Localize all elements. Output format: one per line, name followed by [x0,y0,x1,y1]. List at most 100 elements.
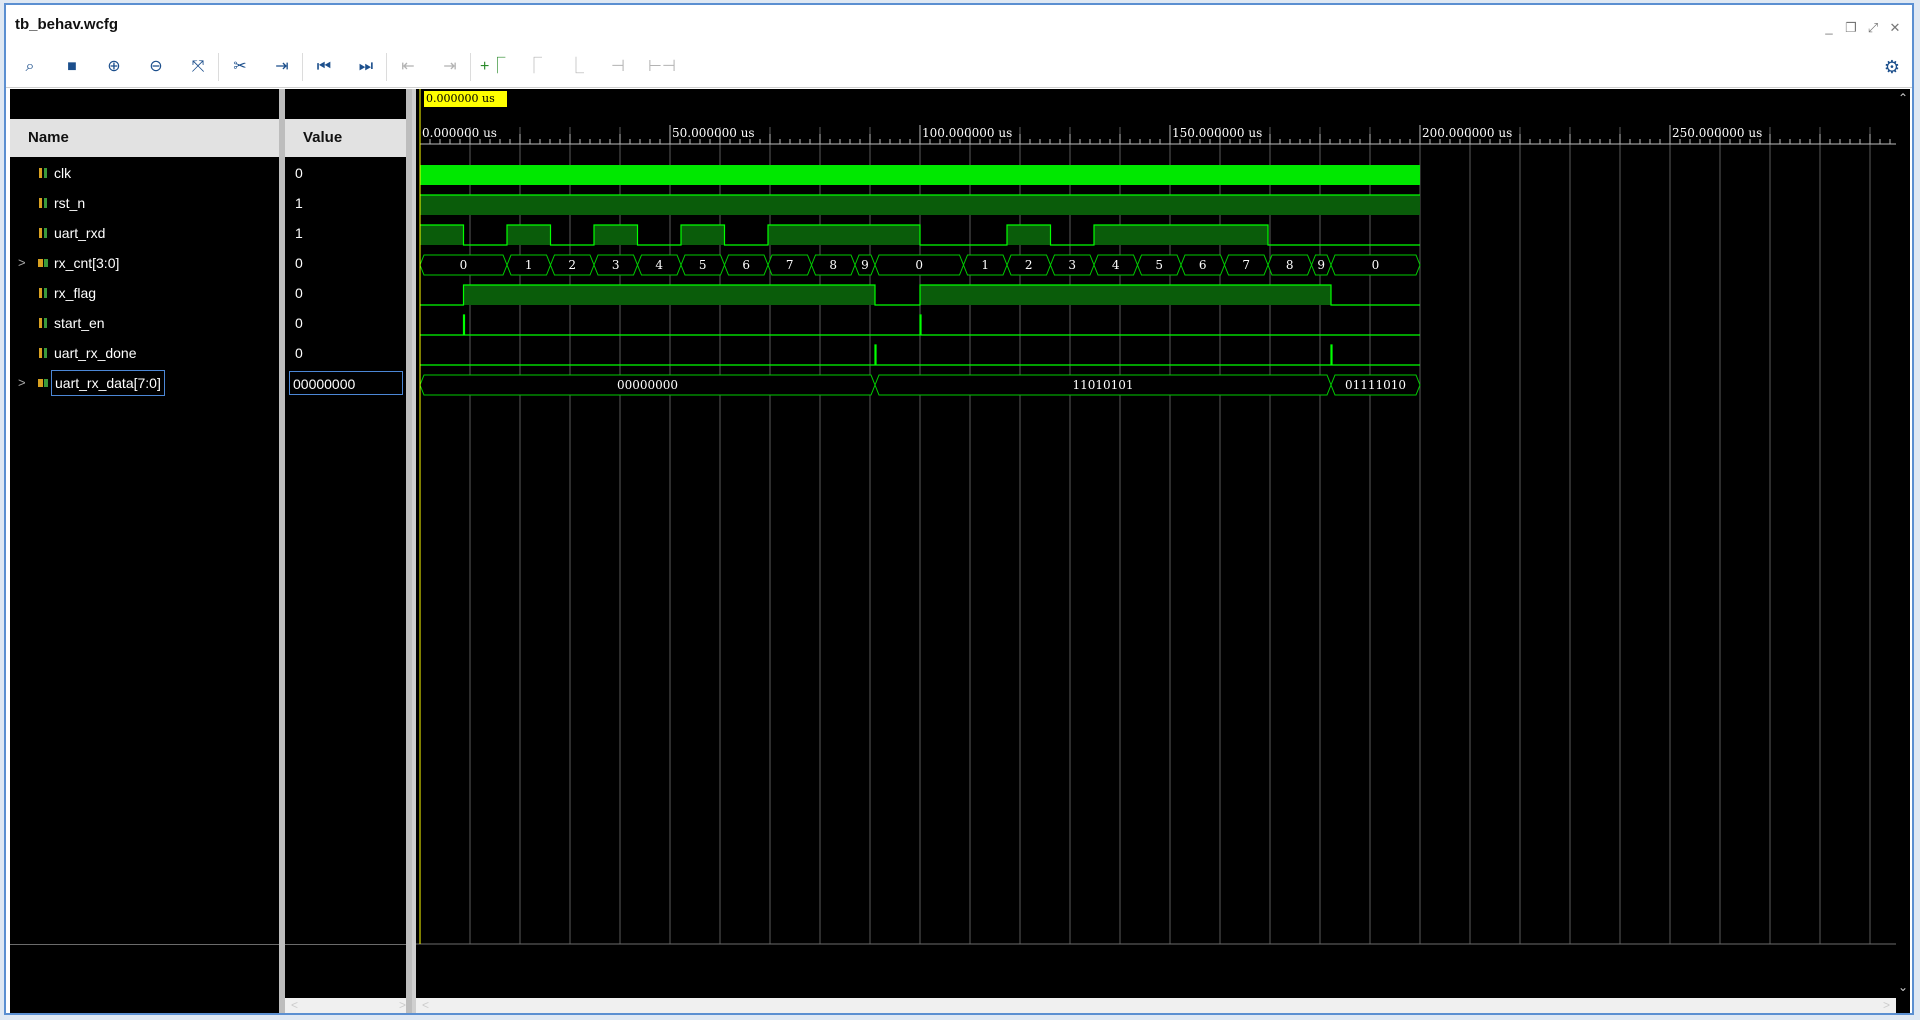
rx-cnt-bus-value: 9 [861,258,869,272]
signal-row-rx-flag[interactable]: rx_flag [10,280,279,306]
rx-cnt-bus-value: 0 [460,258,468,272]
rx-cnt-bus-value: 1 [981,258,989,272]
signal-name: uart_rx_data[7:0] [51,370,165,396]
uart_rxd-high-fill [594,225,638,245]
toolbar-separator [470,53,471,81]
signal-value: 0 [295,345,303,361]
cursor-time-label: 0.000000 us [424,91,507,107]
signal-value-row[interactable]: 1 [285,220,412,246]
signal-name: uart_rxd [54,225,106,241]
restore-icon[interactable]: ❐ [1844,21,1858,35]
rx-cnt-bus-value: 6 [742,258,750,272]
clk-waveform [420,165,1420,185]
next-marker-icon[interactable]: ⎿ [564,55,588,79]
previous-transition-icon[interactable]: ⇤ [396,55,420,79]
rx-cnt-bus-value: 7 [1242,258,1250,272]
ruler-tick-label: 200.000000 us [1422,126,1512,140]
rx-cnt-bus-value: 3 [612,258,620,272]
uart_rxd-high-fill [1007,225,1051,245]
divider [10,944,279,945]
signal-value-row[interactable]: 0 [285,250,412,276]
signal-value-row[interactable]: 0 [285,340,412,366]
signal-row-uart-rx-done[interactable]: uart_rx_done [10,340,279,366]
zoom-out-icon[interactable]: ⊖ [144,55,168,79]
search-icon[interactable]: ⌕ [18,55,42,79]
uart-rx-data-bus-value: 00000000 [617,378,678,392]
toolbar-separator [302,53,303,81]
signal-name: start_en [54,315,105,331]
snap-icon[interactable]: ⊢⊣ [648,55,676,79]
signal-name: rx_cnt[3:0] [54,255,120,271]
signal-value-row[interactable]: 00000000 [285,370,412,396]
wave-scrollbar[interactable]: < > [416,998,1896,1013]
bit-signal-icon [39,228,47,238]
value-scrollbar[interactable]: < > [285,998,412,1013]
bit-signal-icon [39,318,47,328]
signal-value-row[interactable]: 0 [285,310,412,336]
scroll-down-icon[interactable]: ⌄ [1898,980,1908,994]
rx-cnt-bus-value: 7 [786,258,794,272]
close-icon[interactable]: ✕ [1888,21,1902,35]
signal-value-row[interactable]: 1 [285,190,412,216]
signal-value: 1 [295,225,303,241]
minimize-icon[interactable]: _ [1822,21,1836,35]
rx_flag-high-fill [463,285,875,305]
signal-row-uart-rxd[interactable]: uart_rxd [10,220,279,246]
float-icon[interactable]: ⤢ [1866,21,1880,35]
scroll-up-icon[interactable]: ⌃ [1898,91,1908,105]
signal-row-rst-n[interactable]: rst_n [10,190,279,216]
uart_rxd-high-fill [420,225,464,245]
bit-signal-icon [39,348,47,358]
wave-vertical-scrollbar[interactable]: ⌃ ⌄ [1896,89,1910,1013]
signal-row-start-en[interactable]: start_en [10,310,279,336]
signal-value-row[interactable]: 0 [285,160,412,186]
swap-cursors-icon[interactable]: ⊣ [606,55,630,79]
value-column: Value 0 1 1 0 0 0 0 00000000 < > [285,89,412,1013]
window-title: tb_behav.wcfg [15,16,119,33]
add-marker-icon[interactable]: +⎾ [480,55,505,79]
zoom-fit-icon[interactable]: ⤧ [186,55,210,79]
expand-chevron-icon[interactable]: > [18,370,30,396]
name-column-header[interactable]: Name [10,119,279,157]
next-transition-icon[interactable]: ⇥ [438,55,462,79]
toolbar-separator [218,53,219,81]
zoom-in-icon[interactable]: ⊕ [102,55,126,79]
gear-icon[interactable]: ⚙ [1880,55,1904,79]
rx-cnt-bus-value: 4 [1112,258,1120,272]
signal-row-rx-cnt[interactable]: > rx_cnt[3:0] [10,250,279,276]
scroll-right-icon[interactable]: > [1883,998,1890,1012]
rx-cnt-bus-value: 2 [1025,258,1033,272]
uart_rxd-high-fill [681,225,725,245]
scroll-left-icon[interactable]: < [291,998,298,1012]
signal-row-uart-rx-data[interactable]: > uart_rx_data[7:0] [10,370,279,396]
signal-value-row[interactable]: 0 [285,280,412,306]
signal-row-clk[interactable]: clk [10,160,279,186]
signal-value: 1 [295,195,303,211]
go-to-end-icon[interactable]: ⏭ [354,55,378,79]
rx-cnt-bus-value: 2 [568,258,576,272]
window-controls: _ ❐ ⤢ ✕ [1822,21,1902,35]
bus-signal-icon [38,259,48,267]
bit-signal-icon [39,288,47,298]
ruler-tick-label: 150.000000 us [1172,126,1262,140]
previous-marker-icon[interactable]: ⎾ [522,55,546,79]
title-bar: tb_behav.wcfg _ ❐ ⤢ ✕ [6,5,1912,47]
value-column-header[interactable]: Value [285,119,412,157]
bit-signal-icon [39,198,47,208]
go-to-cursor-icon[interactable]: ✂ [228,55,252,79]
signal-name: clk [54,165,72,181]
save-icon[interactable]: ■ [60,55,84,79]
bit-signal-icon [39,168,47,178]
rx-cnt-bus-value: 3 [1068,258,1076,272]
waveform-canvas[interactable]: 0.000000 us 50.000000 us 100.000000 us 150.… [412,89,1910,1013]
rx-cnt-bus-value: 6 [1199,258,1207,272]
go-to-start-icon[interactable]: ⏮ [312,55,336,79]
ruler-tick-label: 0.000000 us [422,126,497,140]
uart_rxd-high-fill [1094,225,1268,245]
ruler-tick-label: 100.000000 us [922,126,1012,140]
scroll-left-icon[interactable]: < [422,998,429,1012]
signal-name: rst_n [54,195,86,211]
add-marker-icon[interactable]: ⇥ [270,55,294,79]
expand-chevron-icon[interactable]: > [18,250,30,276]
scroll-right-icon[interactable]: > [399,998,406,1012]
